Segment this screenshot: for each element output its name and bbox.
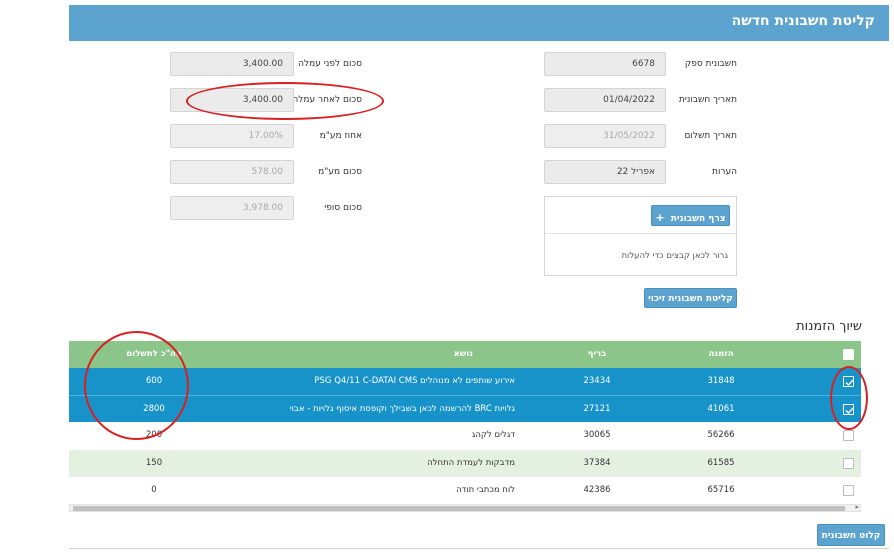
col-ref[interactable]: בריף xyxy=(567,349,627,359)
order-cell: 56266 xyxy=(707,430,735,440)
total-cell: 150 xyxy=(145,458,163,468)
final-amount-field: 3,978.00 xyxy=(170,196,294,220)
subject-cell: דגלים לקהג xyxy=(471,430,515,440)
orders-section-title: שיוך הזמנות xyxy=(796,319,862,334)
notes-field[interactable]: אפריל 22 xyxy=(544,160,666,184)
table-row[interactable]: 31848 23434 אירוע שותפים לא מנוהלים PSG … xyxy=(69,368,861,395)
total-cell: 0 xyxy=(151,485,157,495)
supplier-invoice-label: חשבונית ספק xyxy=(684,59,737,69)
ref-cell: 30065 xyxy=(583,430,611,440)
credit-invoice-button[interactable]: קליטת חשבונית זיכוי xyxy=(644,288,737,308)
notes-label: הערות xyxy=(712,167,737,177)
row-checkbox[interactable] xyxy=(843,376,854,387)
vat-amount-field: 578.00 xyxy=(170,160,294,184)
total-cell: 200 xyxy=(145,430,163,440)
attach-invoice-button[interactable]: צרף חשבונית + xyxy=(651,205,730,226)
vat-percent-field: 17.00% xyxy=(170,124,294,148)
row-checkbox[interactable] xyxy=(843,458,854,469)
table-scrollbar[interactable]: ▸ xyxy=(69,503,861,512)
order-cell: 65716 xyxy=(707,485,735,495)
vat-percent-label: אחוז מע"מ xyxy=(319,131,362,141)
amount-after-fee-field[interactable]: 3,400.00 xyxy=(170,88,294,112)
checkmark-icon xyxy=(845,379,854,387)
row-checkbox[interactable] xyxy=(843,404,854,415)
dropzone-hint: גרור לכאן קבצים כדי להעלות xyxy=(621,251,728,261)
scroll-right-icon[interactable]: ▸ xyxy=(855,503,859,511)
subject-cell: מדבקות לעמדת התחלה xyxy=(427,458,515,468)
payment-date-field: 31/05/2022 xyxy=(544,124,666,148)
table-header: הזמנה בריף נושא סה"כ לתשלום xyxy=(69,341,861,368)
subject-cell: אירוע שותפים לא מנוהלים PSG Q4/11 C-DATA… xyxy=(314,376,515,386)
amount-before-fee-field[interactable]: 3,400.00 xyxy=(170,52,294,76)
table-row[interactable]: 61585 37384 מדבקות לעמדת התחלה 150 xyxy=(69,450,861,477)
supplier-invoice-field[interactable]: 6678 xyxy=(544,52,666,76)
checkmark-icon xyxy=(845,407,854,415)
payment-date-label: תאריך תשלום xyxy=(684,131,737,141)
col-subject[interactable]: נושא xyxy=(454,349,473,359)
total-cell: 600 xyxy=(145,376,163,386)
plus-icon: + xyxy=(655,211,665,224)
invoice-date-field[interactable]: 01/04/2022 xyxy=(544,88,666,112)
attach-invoice-label: צרף חשבונית xyxy=(670,214,726,224)
ref-cell: 37384 xyxy=(583,458,611,468)
footer-divider xyxy=(69,548,889,549)
amount-before-fee-label: סכום לפני עמלה xyxy=(298,59,362,69)
row-checkbox[interactable] xyxy=(843,485,854,496)
vat-amount-label: סכום מע"מ xyxy=(318,167,362,177)
subject-cell: גלויות BRC להרשמה לכאן בשבילך וקופסת איס… xyxy=(289,404,515,414)
amount-after-fee-label: סכום לאחר עמלה xyxy=(292,95,362,105)
ref-cell: 23434 xyxy=(583,376,611,386)
select-all-checkbox[interactable] xyxy=(843,349,854,360)
order-cell: 61585 xyxy=(707,458,735,468)
dropzone-toolbar: צרף חשבונית + xyxy=(545,197,736,234)
subject-cell: לוח מכתבי תודה xyxy=(456,485,515,495)
file-dropzone[interactable]: צרף חשבונית + גרור לכאן קבצים כדי להעלות xyxy=(544,196,737,276)
order-cell: 41061 xyxy=(707,404,735,414)
invoice-date-label: תאריך חשבונית xyxy=(678,95,737,105)
row-checkbox[interactable] xyxy=(843,430,854,441)
col-order[interactable]: הזמנה xyxy=(691,349,751,359)
table-row[interactable]: 56266 30065 דגלים לקהג 200 xyxy=(69,422,861,449)
table-row[interactable]: 65716 42386 לוח מכתבי תודה 0 xyxy=(69,477,861,504)
scrollbar-thumb[interactable] xyxy=(73,506,845,511)
final-amount-label: סכום סופי xyxy=(324,203,362,213)
total-cell: 2800 xyxy=(143,404,165,414)
page-header: קליטת חשבונית חדשה xyxy=(69,5,889,41)
col-total[interactable]: סה"כ לתשלום xyxy=(119,349,189,359)
table-row[interactable]: 41061 27121 גלויות BRC להרשמה לכאן בשביל… xyxy=(69,395,861,422)
close-invoice-button[interactable]: קלוט חשבונית xyxy=(817,524,885,546)
ref-cell: 27121 xyxy=(583,404,611,414)
ref-cell: 42386 xyxy=(583,485,611,495)
page-title: קליטת חשבונית חדשה xyxy=(731,13,875,29)
order-cell: 31848 xyxy=(707,376,735,386)
